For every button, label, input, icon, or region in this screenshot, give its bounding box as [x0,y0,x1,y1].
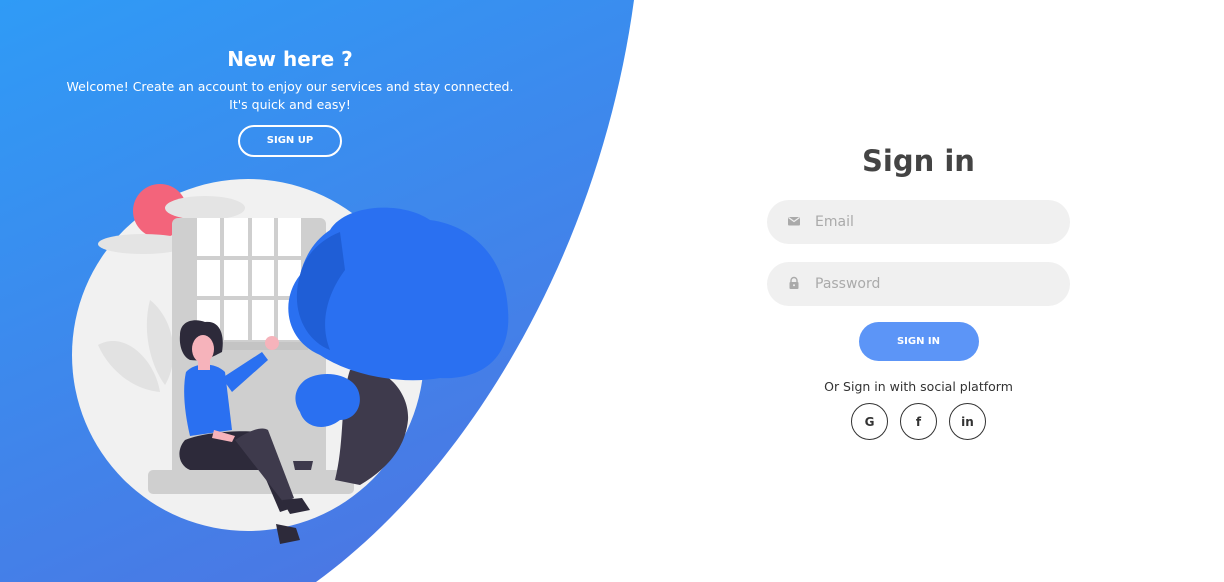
google-icon: G [864,414,875,429]
signup-panel-description-line2: It's quick and easy! [229,97,351,112]
sign-in-title: Sign in [862,144,975,178]
envelope-icon [788,217,800,226]
password-field-wrapper[interactable] [767,262,1070,306]
signup-panel-description-line1: Welcome! Create an account to enjoy our … [66,79,514,94]
signup-panel-description: Welcome! Create an account to enjoy our … [40,78,540,114]
password-input[interactable] [815,262,1055,306]
sign-in-form: Sign in SIGN IN Or Sign in with social p… [767,140,1070,440]
lock-icon [789,276,799,289]
sign-up-button[interactable]: SIGN UP [238,125,342,157]
social-platform-text: Or Sign in with social platform [824,379,1013,394]
facebook-signin-button[interactable]: f [900,403,937,440]
facebook-icon: f [915,414,922,429]
linkedin-icon: in [961,414,974,429]
signup-panel-title: New here ? [227,47,353,71]
sign-in-button[interactable]: SIGN IN [858,322,979,361]
signup-panel-content: New here ? Welcome! Create an account to… [40,46,540,157]
signup-panel: New here ? Welcome! Create an account to… [0,0,640,582]
google-signin-button[interactable]: G [851,403,888,440]
email-field-wrapper[interactable] [767,200,1070,244]
social-buttons: G f in [767,403,1070,440]
email-input[interactable] [815,200,1055,244]
linkedin-signin-button[interactable]: in [949,403,986,440]
